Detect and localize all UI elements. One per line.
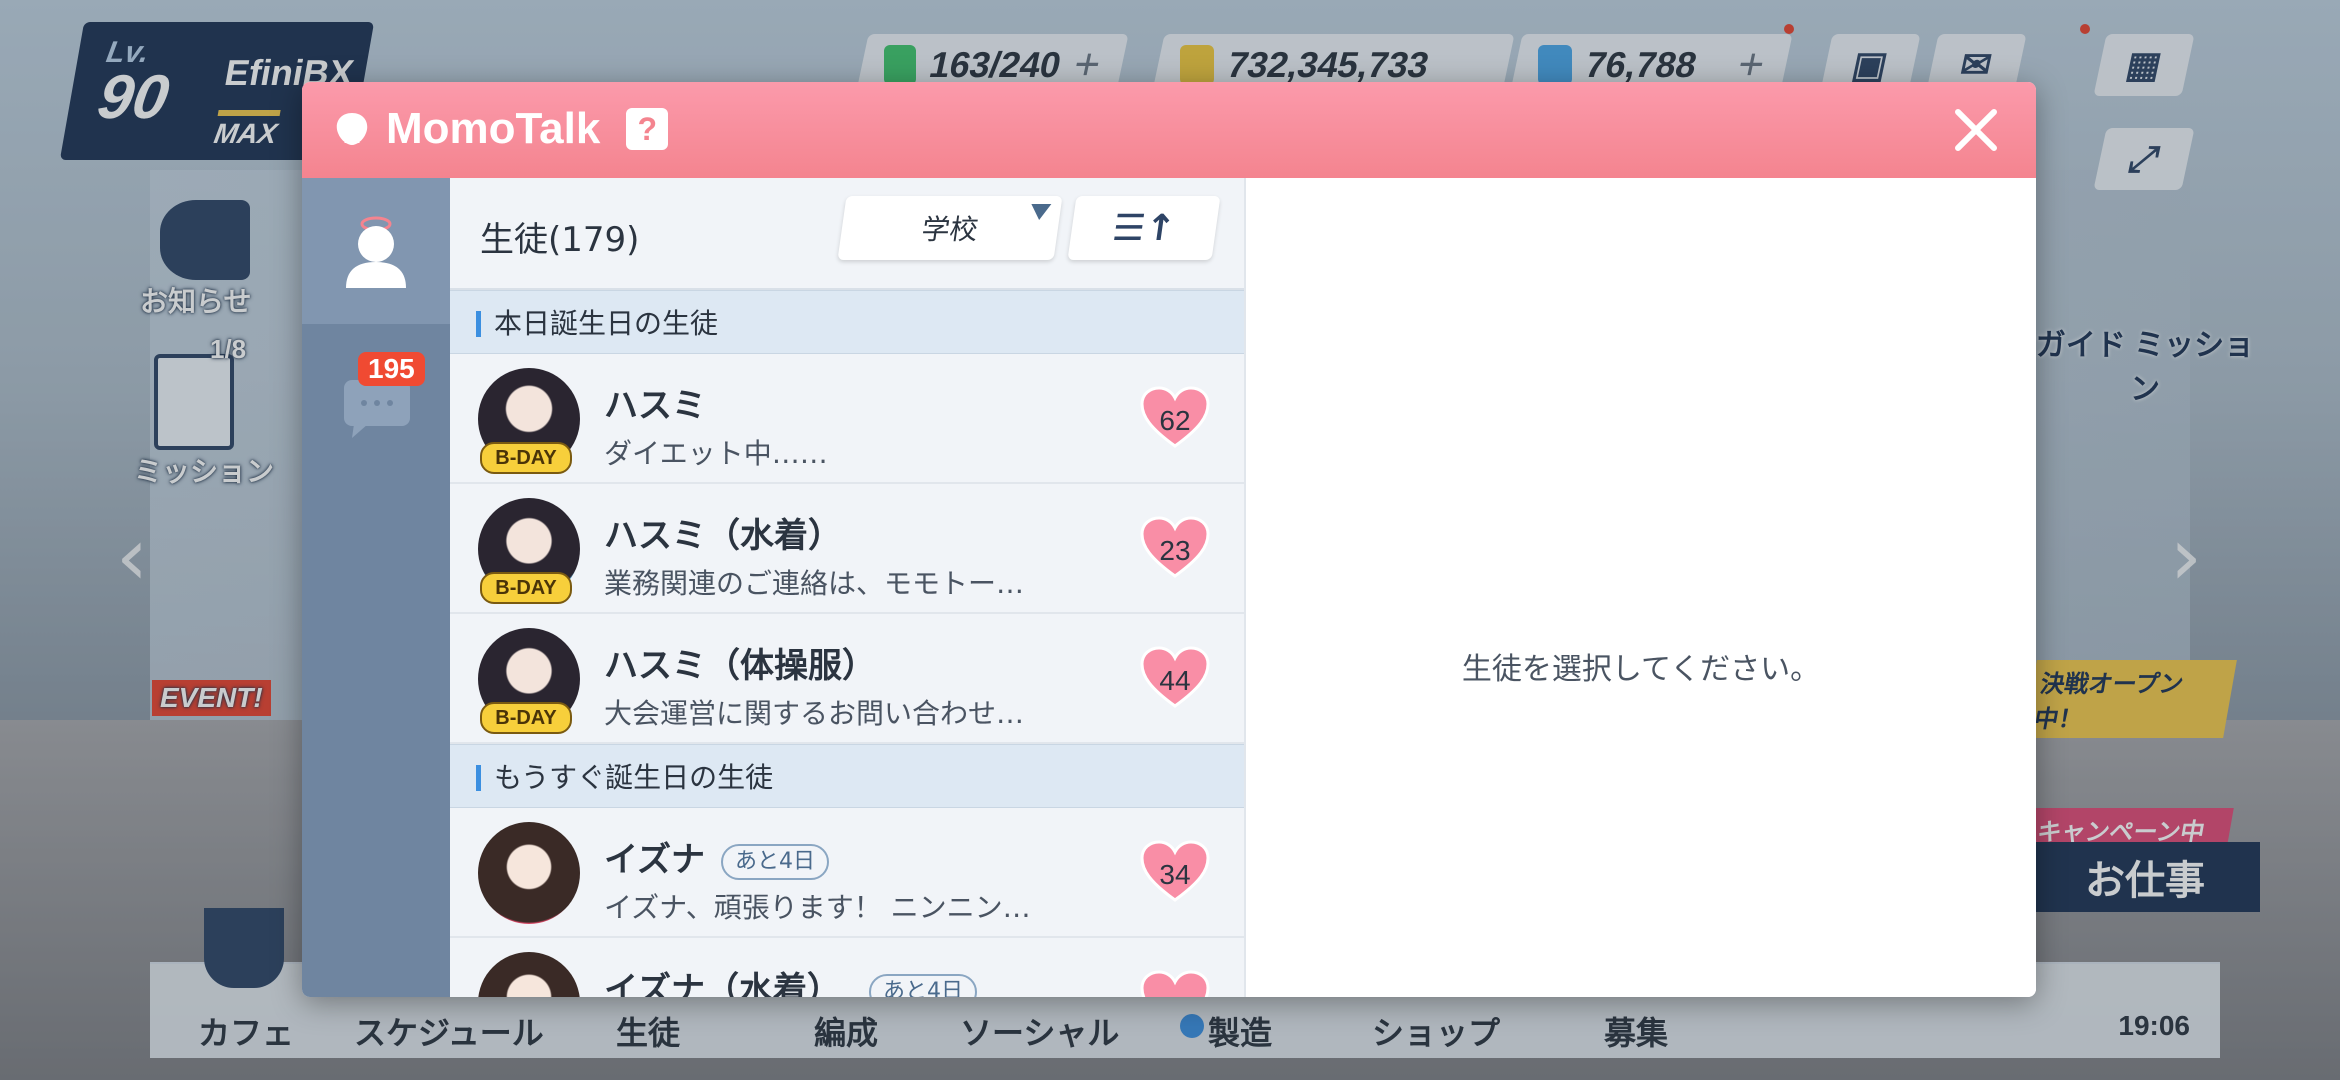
bond-heart: 34 [1140, 840, 1210, 904]
section-birthday-soon: もうすぐ誕生日の生徒 [450, 744, 1244, 808]
bond-heart [1140, 970, 1210, 997]
momotalk-side-rail [302, 178, 450, 997]
student-name: イズナ [604, 840, 705, 880]
bond-heart: 23 [1140, 516, 1210, 580]
bond-level: 44 [1159, 665, 1191, 696]
filter-dropdown[interactable]: 学校 [837, 196, 1063, 260]
bond-heart: 44 [1140, 646, 1210, 710]
unread-badge: 195 [358, 352, 425, 386]
bond-level: 23 [1159, 535, 1191, 566]
sort-ascending-icon: ☰↑ [1109, 207, 1179, 249]
section-birthday-today: 本日誕生日の生徒 [450, 290, 1244, 354]
sort-button[interactable]: ☰↑ [1067, 196, 1221, 260]
days-until-birthday: あと4日 [720, 843, 829, 880]
student-avatar [478, 822, 580, 924]
bday-badge: B-DAY [480, 442, 572, 474]
student-name: ハスミ（水着） [604, 516, 842, 556]
student-list-header: 生徒(179) 学校 ☰↑ [450, 178, 1244, 290]
student-row[interactable]: B-DAY ハスミ ダイエット中…… 62 [450, 354, 1244, 484]
student-name: ハスミ [604, 386, 706, 426]
chat-detail-pane: 生徒を選択してください。 [1244, 178, 2036, 997]
help-button[interactable]: ? [626, 108, 669, 150]
days-until-birthday: あと4日 [868, 973, 977, 997]
bday-badge: B-DAY [480, 702, 572, 734]
bday-badge: B-DAY [480, 572, 572, 604]
student-row[interactable]: イズナ あと4日 イズナ、頑張ります！ ニンニン… 34 [450, 808, 1244, 938]
student-message: イズナ、頑張ります！ ニンニン… [604, 891, 1031, 924]
momotalk-title: MomoTalk [386, 104, 601, 153]
student-icon [346, 216, 406, 288]
student-message: ダイエット中…… [604, 437, 828, 470]
student-message: 業務関連のご連絡は、モモトー… [604, 567, 1025, 600]
momotalk-window: MomoTalk ? 195 生徒(179) 学校 ☰↑ 本日誕生日の生徒 B-… [302, 82, 2036, 997]
student-name: イズナ（水着） [604, 970, 841, 997]
momotalk-title-group: MomoTalk ? [330, 104, 669, 154]
student-row[interactable]: イズナ（水着） あと4日 [450, 938, 1244, 997]
student-name: ハスミ（体操服） [604, 646, 876, 686]
bond-level: 62 [1159, 405, 1191, 436]
student-row[interactable]: B-DAY ハスミ（水着） 業務関連のご連絡は、モモトー… 23 [450, 484, 1244, 614]
student-count: 生徒(179) [480, 220, 640, 260]
tab-chats[interactable] [302, 324, 450, 470]
student-message: 大会運営に関するお問い合わせ… [604, 697, 1025, 730]
filter-value: 学校 [919, 213, 981, 246]
dropdown-triangle-icon [1029, 204, 1052, 220]
student-row[interactable]: B-DAY ハスミ（体操服） 大会運営に関するお問い合わせ… 44 [450, 614, 1244, 744]
bond-heart: 62 [1140, 386, 1210, 450]
momotalk-header: MomoTalk ? [302, 82, 2036, 178]
chat-bubble-icon [344, 380, 410, 438]
bond-level: 34 [1159, 859, 1191, 890]
student-avatar [478, 952, 580, 997]
student-name-group: イズナ あと4日 [604, 832, 829, 881]
close-icon[interactable] [1946, 100, 2006, 160]
tab-students[interactable] [302, 178, 450, 324]
heart-icon [1140, 970, 1210, 997]
student-list-pane: 生徒(179) 学校 ☰↑ 本日誕生日の生徒 B-DAY ハスミ ダイエット中…… [450, 178, 1244, 997]
peach-logo-icon [336, 113, 368, 145]
select-student-prompt: 生徒を選択してください。 [1461, 652, 1821, 687]
student-name-group: イズナ（水着） あと4日 [604, 962, 977, 997]
